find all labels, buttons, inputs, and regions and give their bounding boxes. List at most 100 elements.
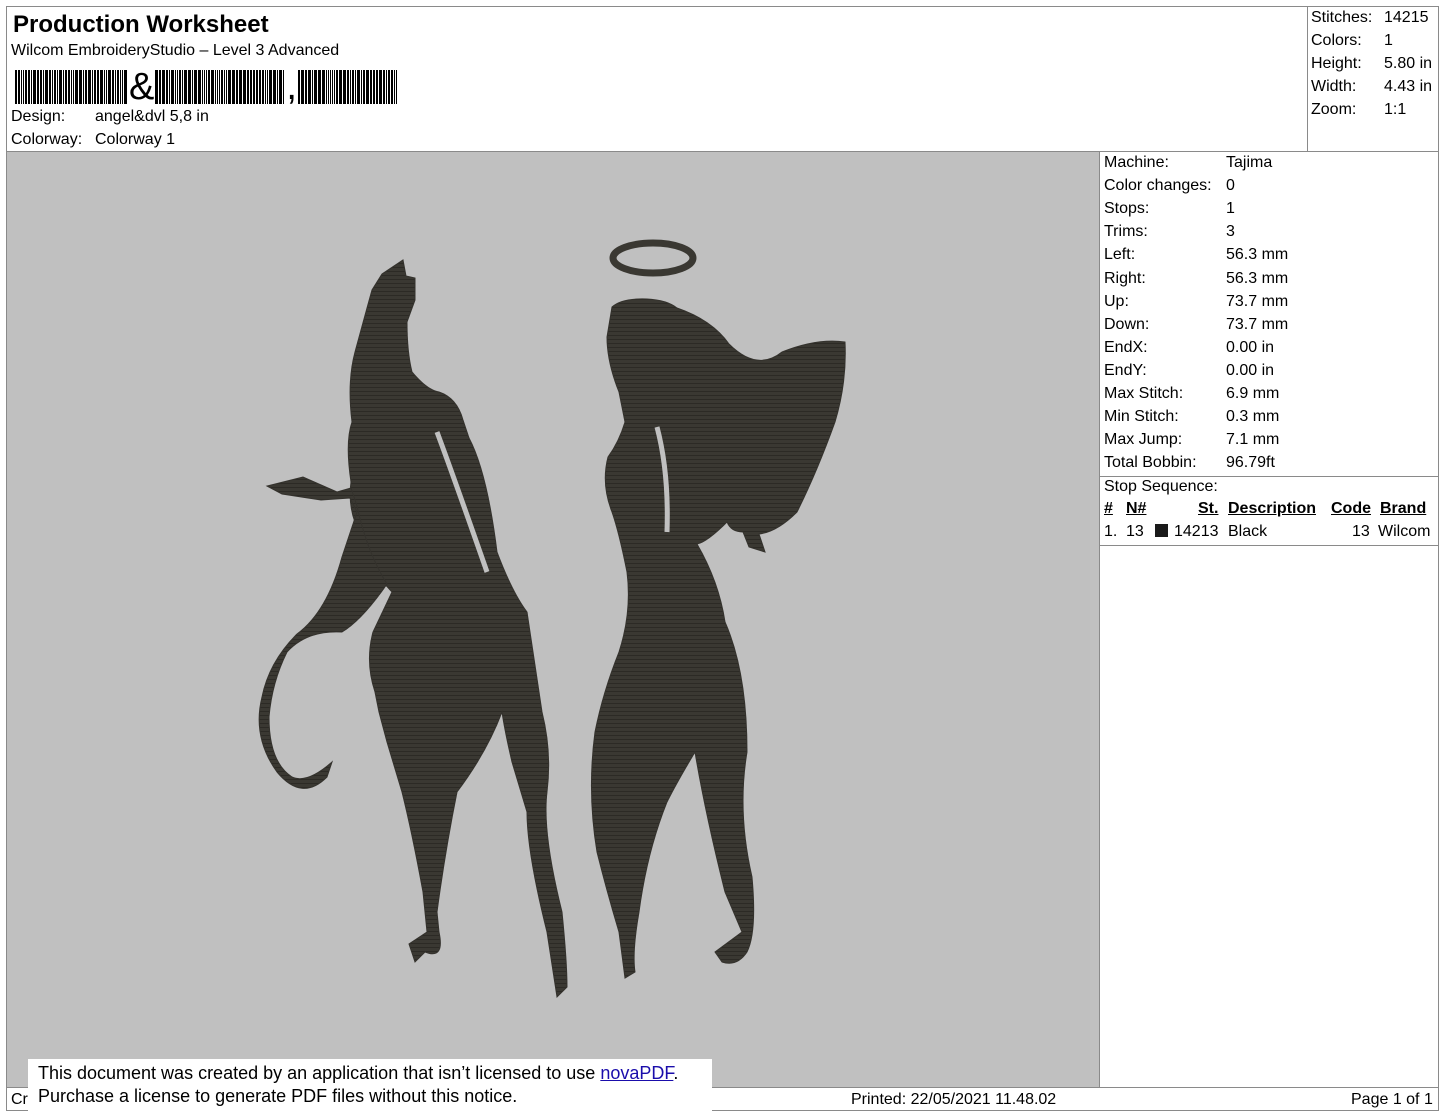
barcode-bar — [33, 70, 36, 104]
detail-label: Min Stitch: — [1104, 408, 1179, 426]
detail-row: Min Stitch: 0.3 mm — [1104, 408, 1279, 426]
divider — [1100, 545, 1438, 546]
barcode-bar — [162, 70, 166, 104]
barcode-bar — [304, 70, 307, 104]
barcode-bar — [18, 70, 20, 104]
barcode-bar — [37, 70, 39, 104]
stop-description: Black — [1228, 523, 1268, 540]
detail-label: Right: — [1104, 269, 1146, 287]
barcode-bar — [94, 70, 96, 104]
barcode-bar — [188, 70, 192, 104]
barcode-bar — [228, 70, 232, 104]
barcode-bar — [277, 70, 279, 104]
barcode-bar — [175, 70, 177, 104]
barcode-bar — [279, 70, 283, 104]
software-name: Wilcom EmbroideryStudio – Level 3 Advanc… — [11, 42, 340, 59]
detail-row: Color changes: 0 — [1104, 177, 1235, 195]
worksheet-header: Production Worksheet Wilcom EmbroiderySt… — [6, 6, 1308, 152]
stop-sequence-title: Stop Sequence: — [1104, 478, 1218, 495]
barcode-bar — [155, 70, 159, 104]
barcode-bar — [194, 70, 198, 104]
notice-text: . — [673, 1063, 679, 1083]
barcode-bar — [15, 70, 17, 104]
novapdf-link[interactable]: novaPDF — [600, 1063, 673, 1083]
barcode-bar — [192, 70, 194, 104]
summary-label: Width: — [1311, 78, 1357, 95]
barcode-bar — [311, 70, 313, 104]
barcode-bar — [23, 70, 24, 104]
footer-created: Cr — [11, 1091, 28, 1108]
barcode-bar — [335, 70, 338, 104]
design-preview — [6, 151, 1100, 1088]
barcode-bar — [104, 70, 105, 104]
embroidery-design-image — [258, 239, 846, 999]
detail-value: 0.00 in — [1226, 361, 1275, 379]
barcode-bar — [40, 70, 42, 104]
barcode-bar — [224, 70, 226, 104]
barcode-bar — [372, 70, 375, 104]
col-header-stitches: St. — [1198, 500, 1219, 517]
thread-color-swatch — [1155, 524, 1168, 537]
barcode-bar — [243, 70, 247, 104]
barcode-bar — [267, 70, 269, 104]
barcode-bar — [395, 70, 397, 104]
barcode-bar — [329, 70, 331, 104]
barcode-bar — [25, 70, 27, 104]
barcode-bar — [198, 70, 202, 104]
detail-label: Left: — [1104, 246, 1136, 264]
barcode-bar — [382, 70, 385, 104]
barcode-bar — [182, 70, 184, 104]
barcode-bar — [346, 70, 349, 104]
design-label: Design: — [11, 108, 66, 125]
detail-label: Machine: — [1104, 154, 1169, 171]
barcode-bar — [273, 70, 277, 104]
detail-row: Left: 56.3 mm — [1104, 246, 1288, 264]
barcode-bar — [307, 70, 311, 104]
barcode-bar — [43, 70, 44, 104]
barcode-bar — [169, 70, 171, 104]
machine-details: Machine: Tajima Color changes: 0 Stops: 1 Trim… — [1099, 151, 1439, 1088]
design-barcode: & , — [15, 66, 398, 106]
page-number: Page 1 of 1 — [1351, 1091, 1433, 1108]
colorway-value: Colorway 1 — [95, 131, 176, 148]
barcode-bar — [259, 70, 262, 104]
barcode-bar — [297, 70, 300, 104]
license-notice: This document was created by an applicat… — [28, 1059, 712, 1111]
barcode-bar — [204, 70, 206, 104]
barcode-bar — [57, 70, 58, 104]
col-header-needle: N# — [1126, 500, 1147, 517]
barcode-bar — [331, 70, 333, 104]
barcode-bar — [92, 70, 93, 104]
detail-label: EndY: — [1104, 361, 1147, 379]
barcode-bar — [124, 70, 127, 104]
barcode-bar — [219, 70, 221, 104]
barcode-bar — [206, 70, 208, 104]
detail-value: 96.79ft — [1226, 454, 1275, 472]
detail-label: Down: — [1104, 315, 1150, 333]
barcode-bar — [338, 70, 342, 104]
barcode-bar — [97, 70, 99, 104]
divider — [1100, 476, 1438, 477]
detail-value: 0.3 mm — [1226, 408, 1280, 426]
barcode-bar — [85, 70, 87, 104]
barcode-bar — [356, 70, 360, 104]
summary-row: Zoom: 1:1 — [1311, 101, 1406, 119]
barcode-bar — [108, 70, 111, 104]
barcode-bar — [327, 70, 329, 104]
stop-needle: 13 — [1126, 523, 1144, 540]
stop-num: 1. — [1104, 523, 1118, 540]
detail-row: EndY: 0.00 in — [1104, 362, 1274, 380]
barcode-bar — [106, 70, 107, 104]
barcode-bar — [262, 70, 265, 104]
detail-value: 73.7 mm — [1226, 292, 1289, 310]
colorway-label: Colorway: — [11, 131, 83, 148]
summary-label: Height: — [1311, 55, 1362, 72]
barcode-bar — [215, 70, 217, 104]
summary-value: 14215 — [1384, 9, 1429, 26]
detail-label: Max Jump: — [1104, 431, 1183, 449]
barcode-bar — [117, 70, 119, 104]
barcode-bar — [68, 70, 70, 104]
barcode-bar — [256, 70, 259, 104]
barcode-bar — [393, 70, 395, 104]
barcode-bar — [283, 70, 285, 104]
